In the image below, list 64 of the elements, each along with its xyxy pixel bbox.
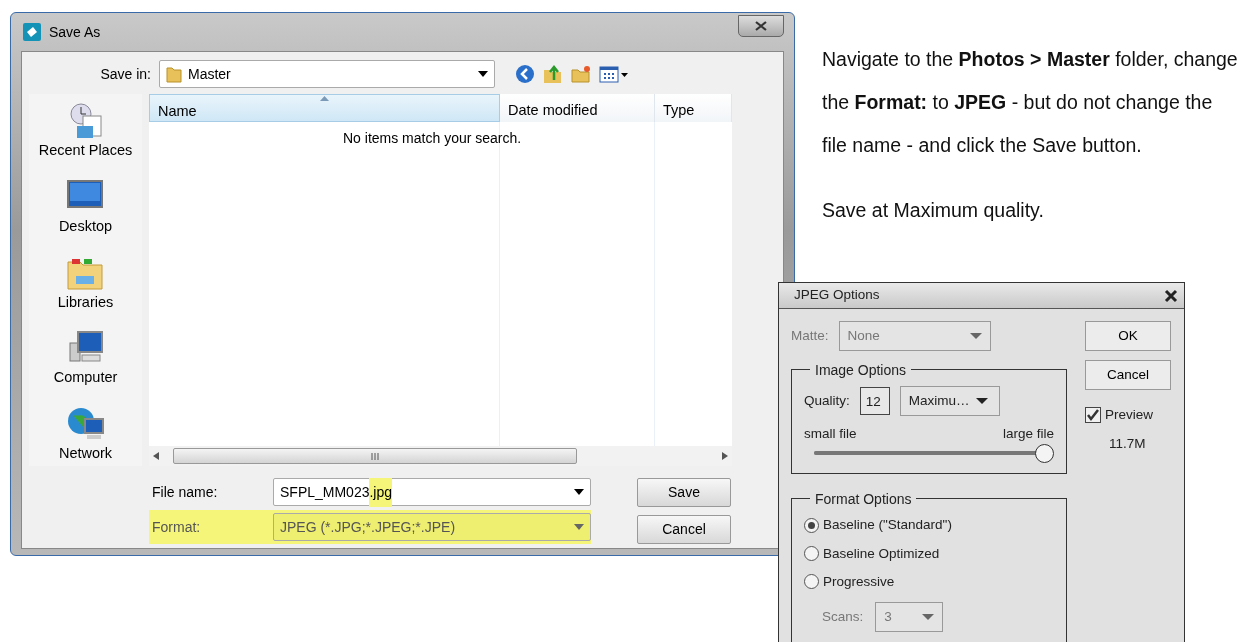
grip-icon bbox=[371, 452, 379, 460]
instruction-text: Navigate to the Photos > Master folder, change the Format: to JPEG - but do not change the file name - and click the Save button. bbox=[822, 47, 1238, 158]
up-folder-icon[interactable] bbox=[543, 64, 563, 84]
caret-icon bbox=[969, 333, 982, 339]
sidebar-item[interactable]: Computer bbox=[53, 329, 118, 389]
dialog-button[interactable]: Cancel bbox=[637, 515, 731, 544]
window-title: Save As bbox=[49, 22, 101, 42]
scroll-right-icon[interactable] bbox=[722, 452, 728, 460]
caret-icon bbox=[574, 524, 584, 530]
column-header[interactable]: Type bbox=[655, 94, 732, 122]
sidebar-item[interactable]: Recent Places bbox=[38, 102, 133, 162]
scrollbar-thumb[interactable] bbox=[173, 448, 577, 464]
radio-button[interactable] bbox=[804, 574, 819, 590]
slider-track[interactable] bbox=[814, 444, 1054, 464]
checkbox[interactable] bbox=[1085, 407, 1101, 424]
file-list[interactable]: Name Date modified Type No items match your search. bbox=[149, 94, 732, 466]
empty-message: No items match your search. bbox=[343, 129, 522, 148]
instruction-text: Save at Maximum quality. bbox=[822, 198, 1045, 223]
save-in-dropdown[interactable]: Master bbox=[159, 60, 495, 88]
column-header[interactable]: Date modified bbox=[500, 94, 655, 122]
quality-dropdown[interactable]: Maximu… bbox=[899, 386, 1000, 416]
dialog-button[interactable]: OK bbox=[1085, 321, 1171, 351]
close-button[interactable] bbox=[738, 15, 784, 37]
view-menu-icon[interactable] bbox=[599, 65, 629, 83]
sidebar-item[interactable]: Desktop bbox=[58, 177, 113, 238]
preview-checkbox[interactable]: Preview bbox=[1085, 405, 1153, 426]
format-dropdown[interactable]: JPEG (*.JPG;*.JPEG;*.JPE) bbox=[273, 513, 591, 541]
sidebar-item[interactable]: Libraries bbox=[57, 253, 114, 314]
caret-icon bbox=[922, 614, 935, 620]
dialog-button[interactable]: Cancel bbox=[1085, 360, 1171, 390]
folder-name: Master bbox=[188, 64, 232, 84]
slider-min-label: small file bbox=[804, 425, 857, 443]
close-icon bbox=[755, 21, 767, 31]
radio-option[interactable]: Baseline Optimized bbox=[804, 543, 940, 564]
radio-button[interactable] bbox=[804, 517, 819, 533]
scroll-left-icon[interactable] bbox=[153, 452, 159, 460]
save-in-label: Save in: bbox=[99, 64, 151, 84]
folder-icon bbox=[166, 65, 182, 83]
slider-max-label: large file bbox=[1002, 425, 1054, 443]
matte-label: Matte: bbox=[791, 326, 829, 345]
quality-field[interactable]: 12 bbox=[859, 387, 890, 415]
dialog-button[interactable]: Save bbox=[637, 478, 731, 507]
new-folder-icon[interactable] bbox=[571, 65, 591, 83]
file-name-label: File name: bbox=[151, 482, 219, 502]
caret-icon bbox=[478, 71, 488, 77]
radio-button[interactable] bbox=[804, 546, 819, 562]
file-name-field[interactable]: SFPL_MM023.jpg bbox=[273, 478, 591, 506]
column-header[interactable]: Name bbox=[149, 94, 500, 122]
radio-option[interactable]: Baseline ("Standard") bbox=[804, 515, 952, 536]
close-icon bbox=[1164, 288, 1178, 303]
scans-label: Scans: bbox=[822, 607, 864, 626]
close-button[interactable] bbox=[1164, 288, 1178, 303]
caret-icon bbox=[975, 398, 988, 404]
sort-arrow-icon bbox=[320, 96, 329, 101]
back-icon[interactable] bbox=[515, 64, 535, 84]
quality-label: Quality: bbox=[804, 391, 850, 410]
slider-thumb[interactable] bbox=[1035, 444, 1054, 464]
file-size: 11.7M bbox=[1109, 435, 1146, 454]
radio-option[interactable]: Progressive bbox=[804, 571, 895, 592]
caret-icon bbox=[574, 489, 584, 495]
sidebar-item[interactable]: Network bbox=[58, 405, 113, 465]
app-icon bbox=[23, 23, 41, 41]
window-title: JPEG Options bbox=[794, 286, 881, 305]
format-label: Format: bbox=[151, 517, 202, 537]
